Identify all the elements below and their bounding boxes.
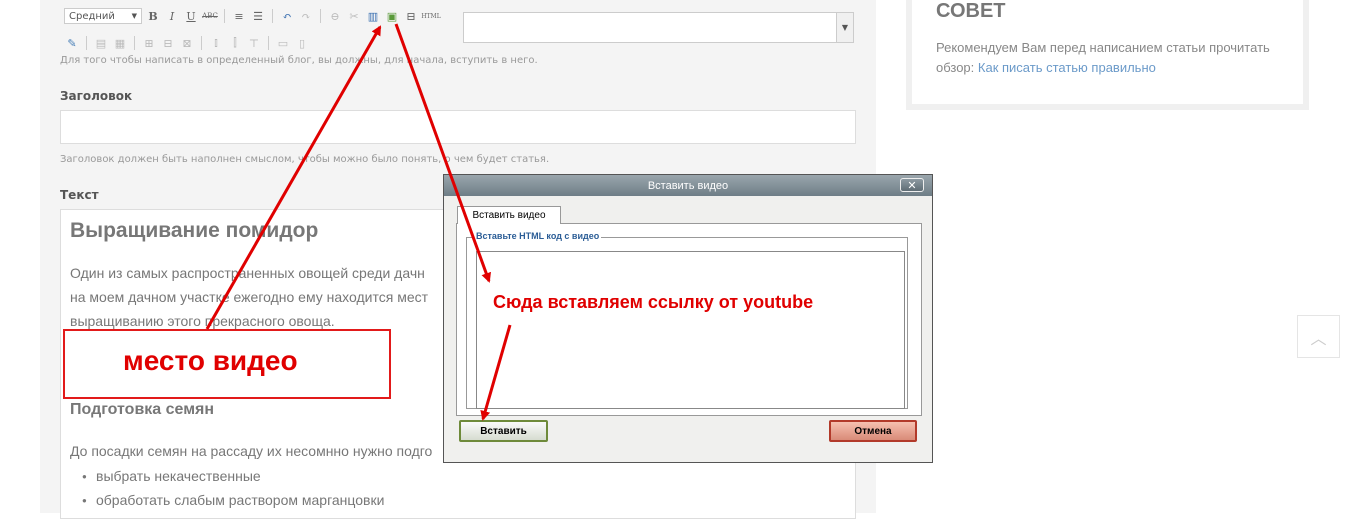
arrow-to-video-button [205,25,382,330]
annotation-arrows [205,23,512,421]
arrow-to-textarea [394,23,491,283]
arrow-to-insert-button [480,324,512,421]
